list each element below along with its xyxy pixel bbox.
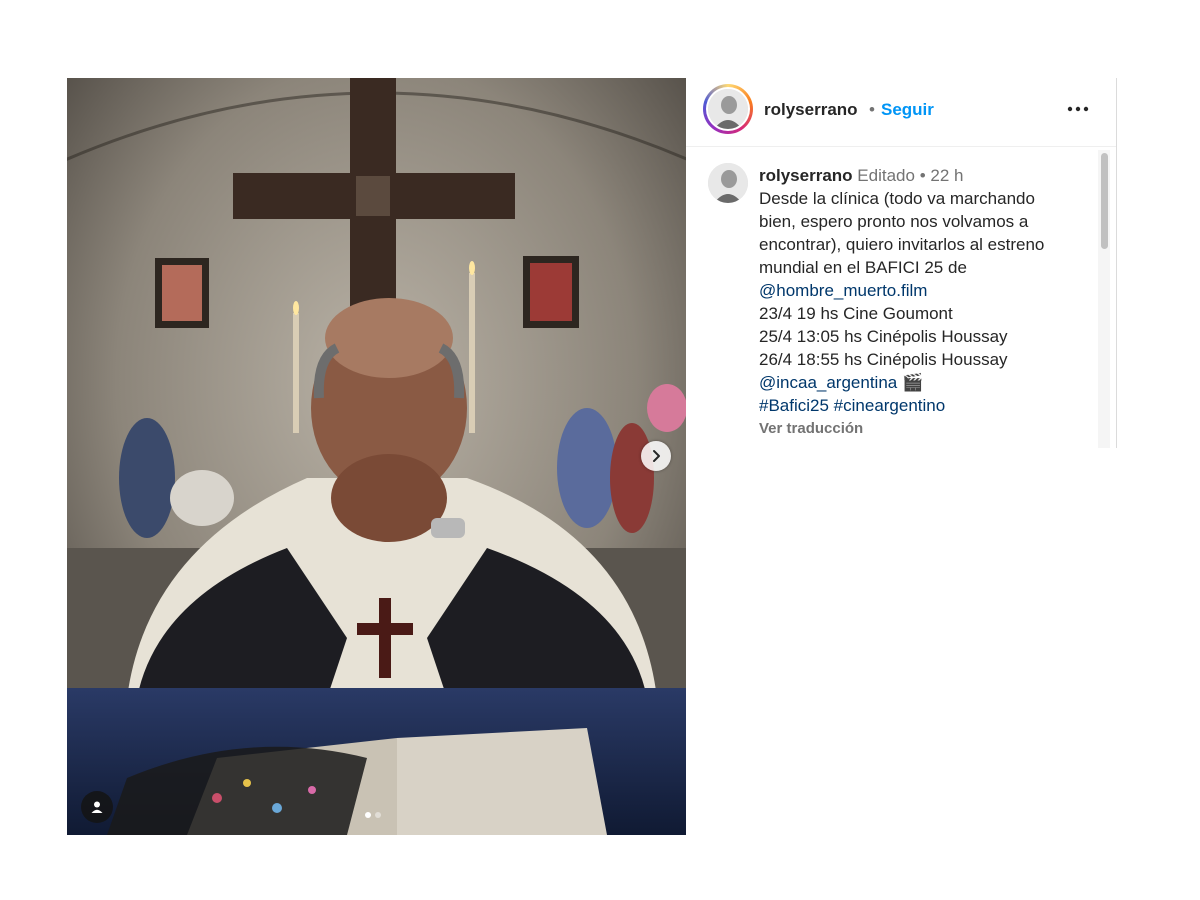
caption-text-line: Desde la clínica (todo va marchando xyxy=(759,189,1035,208)
post-image[interactable] xyxy=(67,78,686,835)
see-translation-link[interactable]: Ver traducción xyxy=(759,417,1089,440)
story-avatar[interactable] xyxy=(703,84,753,134)
screening-line: 25/4 13:05 hs Cinépolis Houssay xyxy=(759,327,1008,346)
post-details-panel: rolyserrano • Seguir rolyserrano Editado… xyxy=(686,78,1117,448)
post-caption: rolyserrano Editado • 22 h Desde la clín… xyxy=(759,164,1089,440)
header-username[interactable]: rolyserrano xyxy=(764,100,858,120)
scrollbar-thumb[interactable] xyxy=(1101,153,1108,249)
caption-text-line: bien, espero pronto nos volvamos a xyxy=(759,212,1029,231)
avatar-photo xyxy=(708,89,748,129)
next-image-button[interactable] xyxy=(641,441,671,471)
post-header: rolyserrano • Seguir xyxy=(686,78,1116,147)
mention-incaa-link[interactable]: @incaa_argentina xyxy=(759,373,897,392)
caption-meta-line: rolyserrano Editado • 22 h xyxy=(759,164,1089,187)
more-horizontal-icon xyxy=(1067,106,1089,112)
post-photo xyxy=(67,78,686,835)
caption-avatar[interactable] xyxy=(708,163,748,203)
mention-film-link[interactable]: @hombre_muerto.film xyxy=(759,281,927,300)
post-time[interactable]: 22 h xyxy=(930,166,963,185)
avatar-photo xyxy=(708,163,748,203)
screening-line: 26/4 18:55 hs Cinépolis Houssay xyxy=(759,350,1008,369)
caption-text-line: encontrar), quiero invitarlos al estreno xyxy=(759,235,1045,254)
avatar xyxy=(708,89,748,129)
hashtag-bafici-link[interactable]: #Bafici25 xyxy=(759,396,829,415)
edited-label: Editado xyxy=(857,166,915,185)
caption-text-line: mundial en el BAFICI 25 de xyxy=(759,258,967,277)
meta-dot: • xyxy=(919,166,926,185)
carousel-dot xyxy=(375,812,381,818)
comments-scrollbar[interactable] xyxy=(1098,150,1110,448)
hashtag-cineargentino-link[interactable]: #cineargentino xyxy=(834,396,946,415)
tagged-users-button[interactable] xyxy=(81,791,113,823)
header-separator: • xyxy=(869,100,875,119)
user-tag-icon xyxy=(91,801,103,813)
screening-line: 23/4 19 hs Cine Goumont xyxy=(759,304,953,323)
more-options-button[interactable] xyxy=(1060,96,1096,122)
carousel-indicator xyxy=(365,812,381,818)
caption-username[interactable]: rolyserrano xyxy=(759,166,853,185)
carousel-dot-active xyxy=(365,812,371,818)
chevron-right-icon xyxy=(653,450,660,462)
clapper-emoji: 🎬 xyxy=(901,373,924,392)
follow-button[interactable]: Seguir xyxy=(881,100,934,120)
